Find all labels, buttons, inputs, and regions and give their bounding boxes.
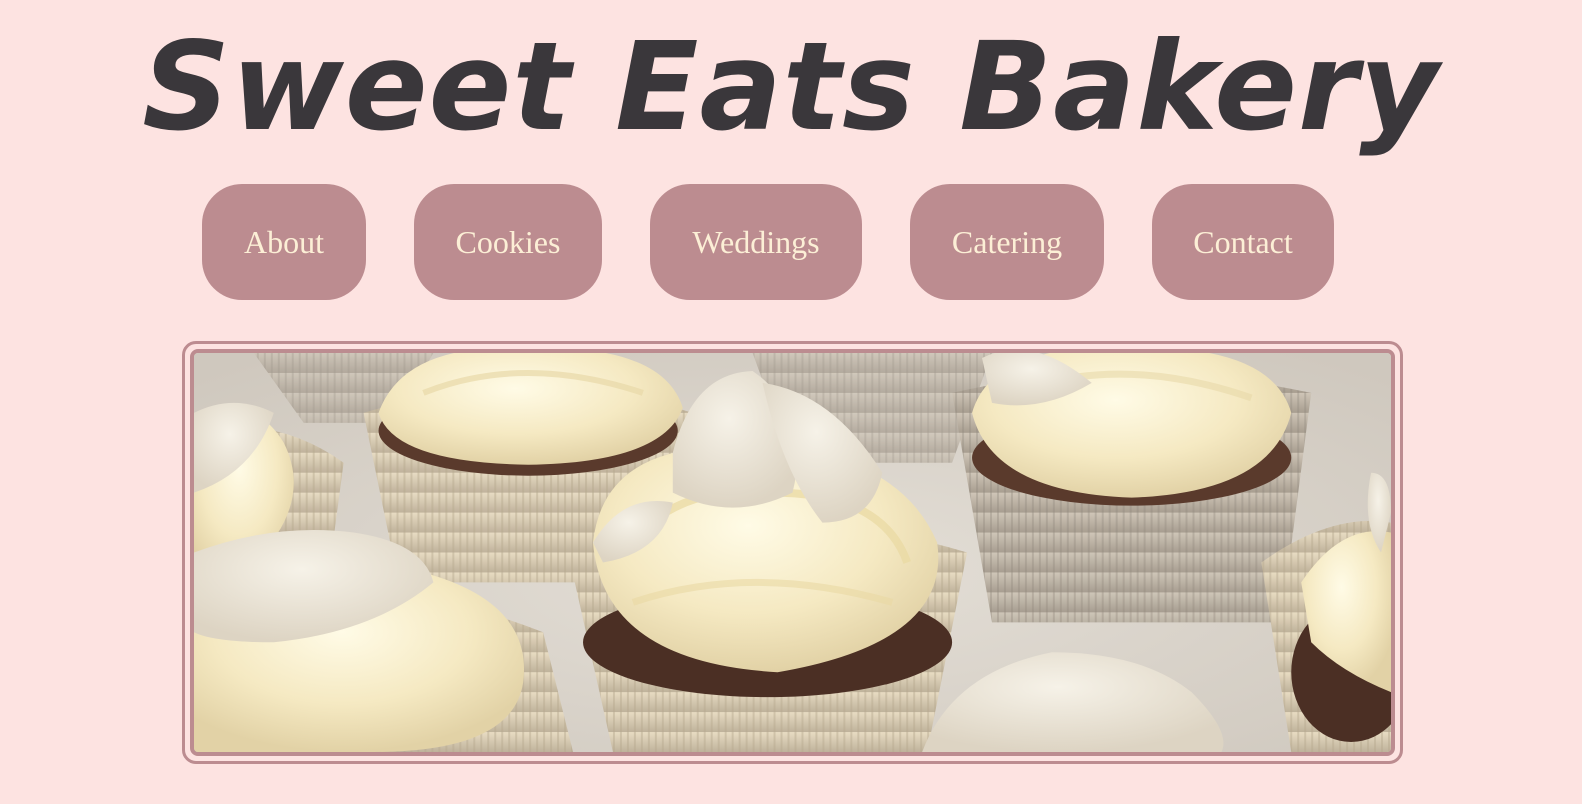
- nav-cookies-button[interactable]: Cookies: [414, 184, 602, 300]
- hero-frame: [182, 341, 1403, 764]
- nav-contact-label: Contact: [1193, 223, 1293, 260]
- nav-weddings-label: Weddings: [692, 223, 820, 260]
- cupcakes-photo: [194, 353, 1391, 752]
- site-title: Sweet Eats Bakery: [142, 16, 1440, 158]
- nav-catering-label: Catering: [951, 223, 1063, 260]
- hero-cupcakes-image: [190, 349, 1395, 756]
- nav-cookies-label: Cookies: [455, 223, 561, 260]
- main-nav: About Cookies Weddings Catering Contact: [0, 184, 1582, 300]
- nav-about-button[interactable]: About: [202, 184, 366, 300]
- nav-about-label: About: [244, 223, 324, 260]
- nav-catering-button[interactable]: Catering: [910, 184, 1104, 300]
- nav-weddings-button[interactable]: Weddings: [650, 184, 862, 300]
- nav-contact-button[interactable]: Contact: [1152, 184, 1334, 300]
